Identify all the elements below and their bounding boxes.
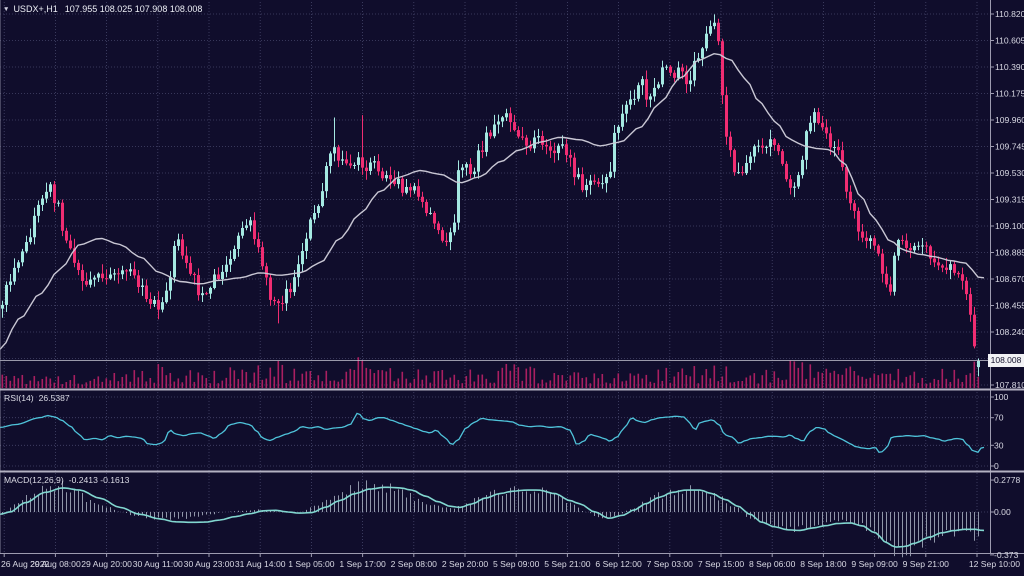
rsi-value: 26.5387 xyxy=(39,393,70,403)
symbol-timeframe-label: USDX+,H1 xyxy=(13,4,57,14)
candles-layer xyxy=(1,14,980,376)
chart-window[interactable]: 110.820110.605110.390110.175109.960109.7… xyxy=(0,0,1024,576)
price-axis[interactable] xyxy=(990,0,1024,553)
time-axis[interactable] xyxy=(0,554,1024,576)
axes-layer xyxy=(0,0,1024,557)
rsi-name: RSI(14) xyxy=(4,393,34,403)
macd-signal-line xyxy=(0,487,984,547)
rsi-indicator-label: RSI(14) 26.5387 xyxy=(4,393,70,403)
panel-separators xyxy=(0,389,1024,473)
macd-indicator-label: MACD(12,26,9) -0.2413 -0.1613 xyxy=(4,475,129,485)
ohlc-quote-values: 107.955 108.025 107.908 108.008 xyxy=(65,4,203,14)
rsi-line xyxy=(0,413,984,452)
grid-layer xyxy=(0,2,990,553)
macd-histogram xyxy=(3,480,979,557)
macd-name: MACD(12,26,9) xyxy=(4,475,64,485)
ma-line xyxy=(0,54,984,350)
chart-canvas[interactable]: 110.820110.605110.390110.175109.960109.7… xyxy=(0,0,1024,576)
macd-values: -0.2413 -0.1613 xyxy=(69,475,130,485)
chart-title-bar: ▼ USDX+,H1 107.955 108.025 107.908 108.008 xyxy=(3,4,202,14)
volume-bars xyxy=(2,357,980,388)
axis-labels: 110.820110.605110.390110.175109.960109.7… xyxy=(1,9,1024,569)
current-price-badge: 108.008 xyxy=(988,354,1024,367)
collapse-triangle-icon: ▼ xyxy=(3,6,9,13)
